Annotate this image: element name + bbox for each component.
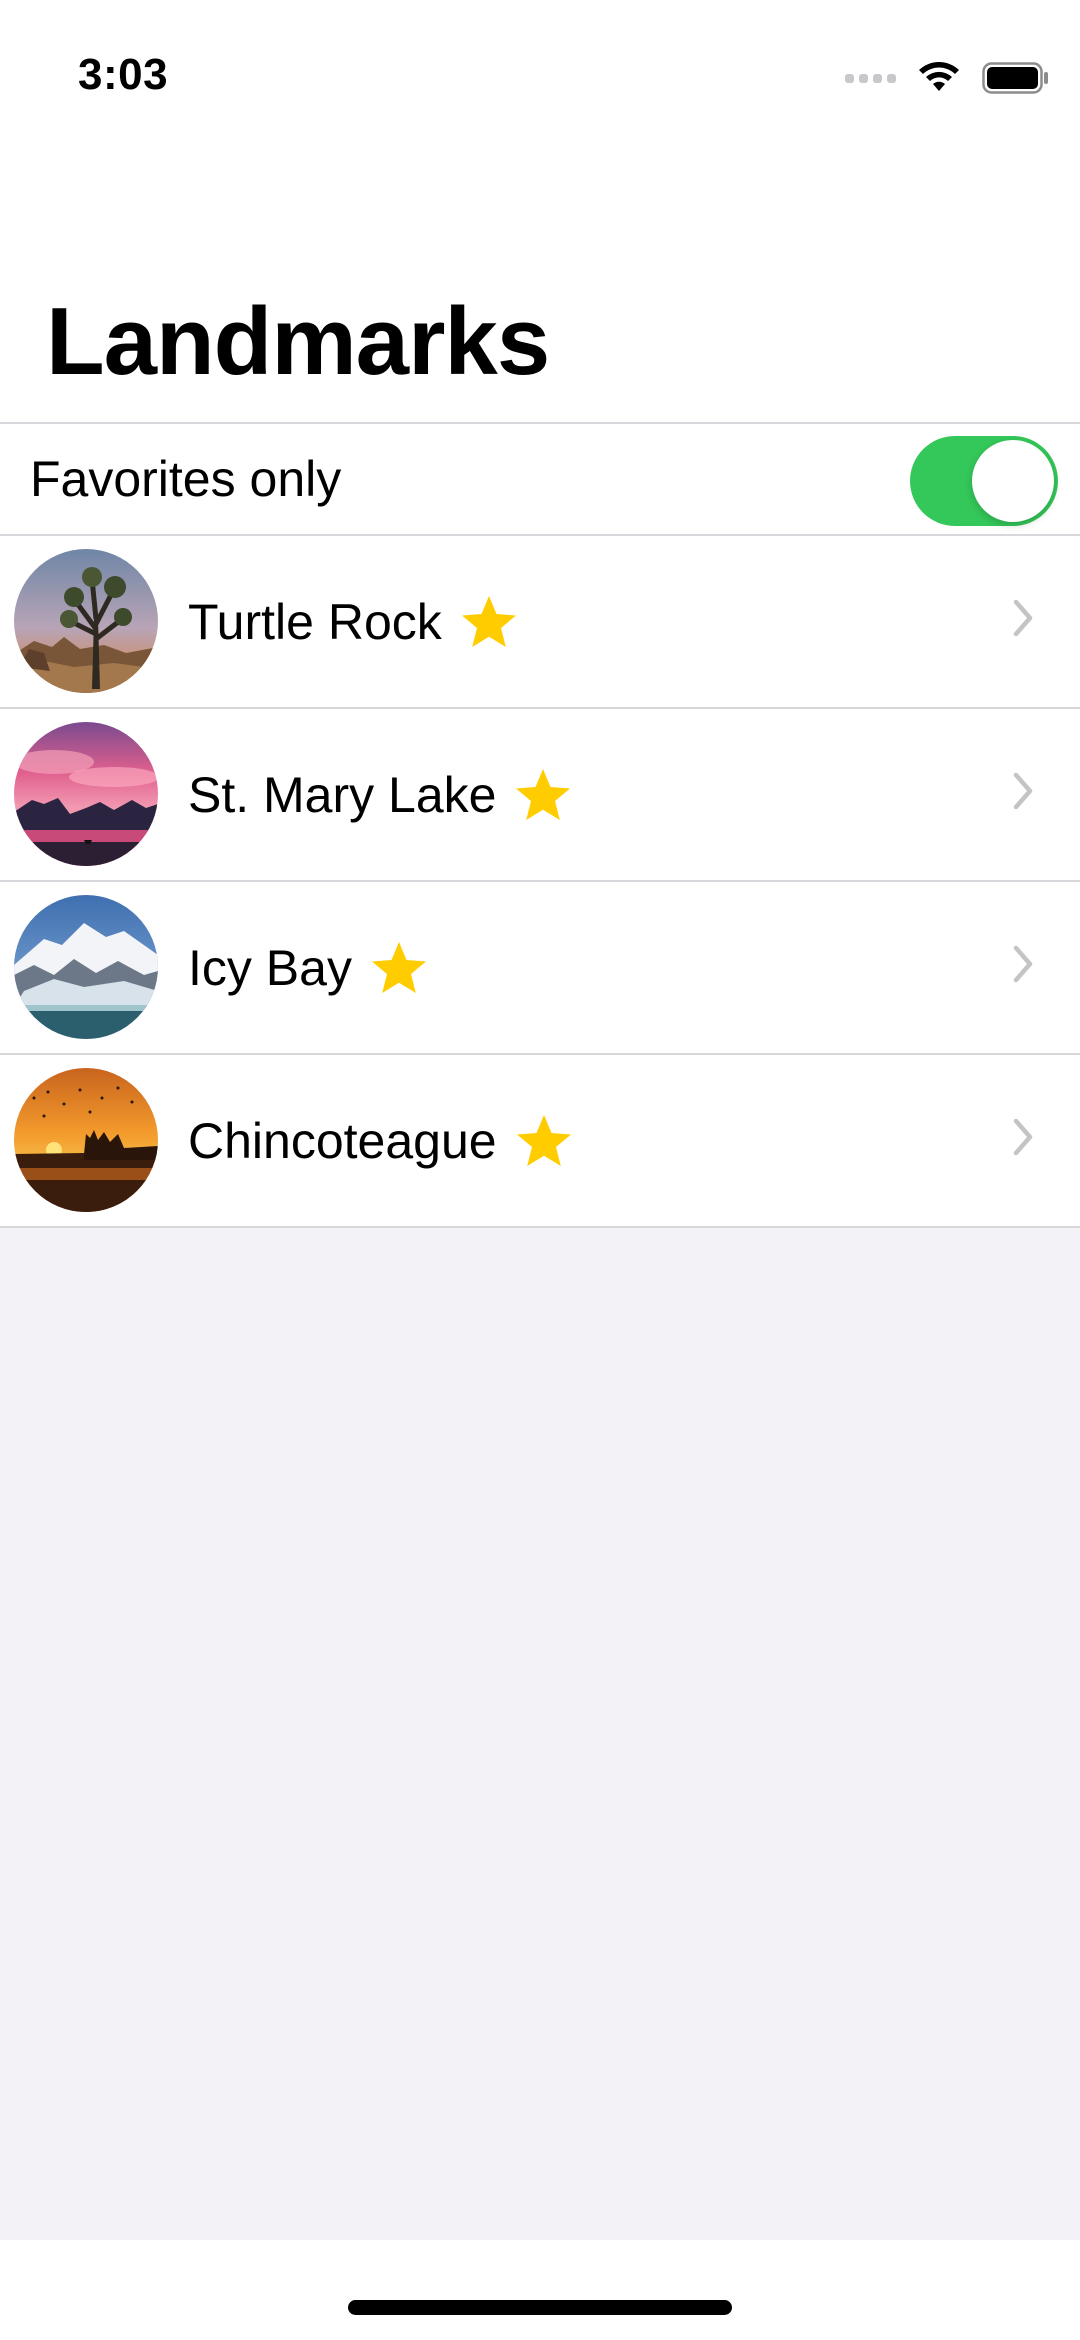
favorite-star-icon: [371, 941, 426, 993]
status-time: 3:03: [78, 50, 169, 99]
page-title: Landmarks: [46, 288, 550, 395]
landmark-thumbnail-chincoteague: [14, 1068, 158, 1212]
landmark-thumbnail-turtle-rock: [14, 549, 158, 693]
landmark-label: Icy Bay: [188, 882, 428, 1053]
landmark-thumbnail-st-mary-lake: [14, 722, 158, 866]
switch-knob: [972, 440, 1054, 522]
favorites-only-switch[interactable]: [910, 436, 1058, 526]
joshua-tree-photo: [14, 549, 158, 693]
landmark-row-turtle-rock[interactable]: Turtle Rock: [0, 536, 1080, 709]
landmark-name: Chincoteague: [188, 1112, 497, 1169]
glacier-mountain-photo: [14, 895, 158, 1039]
landmark-name: St. Mary Lake: [188, 766, 497, 823]
landmark-row-chincoteague[interactable]: Chincoteague: [0, 1055, 1080, 1228]
landmark-row-st-mary-lake[interactable]: St. Mary Lake: [0, 709, 1080, 882]
favorites-toggle-label: Favorites only: [30, 451, 342, 507]
cellular-signal-icon: [845, 73, 896, 83]
landmark-list: Favorites only Turtle Rock St. Mary Lake…: [0, 422, 1080, 1228]
header-area: 3:03 Landmarks: [0, 0, 1080, 422]
landmark-label: Chincoteague: [188, 1055, 573, 1226]
landmark-name: Turtle Rock: [188, 593, 442, 650]
favorites-toggle-row: Favorites only: [0, 422, 1080, 536]
chevron-right-icon: [1013, 599, 1033, 637]
status-icons: [845, 58, 1050, 98]
chevron-right-icon: [1013, 945, 1033, 983]
favorite-star-icon: [461, 595, 516, 647]
sunset-lake-photo: [14, 722, 158, 866]
landmark-row-icy-bay[interactable]: Icy Bay: [0, 882, 1080, 1055]
favorite-star-icon: [516, 1114, 571, 1166]
chevron-right-icon: [1013, 772, 1033, 810]
landmark-thumbnail-icy-bay: [14, 895, 158, 1039]
bottom-safe-area: [0, 2240, 1080, 2340]
landmark-label: Turtle Rock: [188, 536, 518, 707]
battery-icon: [982, 62, 1048, 94]
chevron-right-icon: [1013, 1118, 1033, 1156]
sunset-marsh-photo: [14, 1068, 158, 1212]
home-indicator[interactable]: [348, 2300, 732, 2315]
landmark-label: St. Mary Lake: [188, 709, 572, 880]
landmark-name: Icy Bay: [188, 939, 352, 996]
wifi-icon: [919, 62, 959, 91]
favorite-star-icon: [516, 768, 571, 820]
